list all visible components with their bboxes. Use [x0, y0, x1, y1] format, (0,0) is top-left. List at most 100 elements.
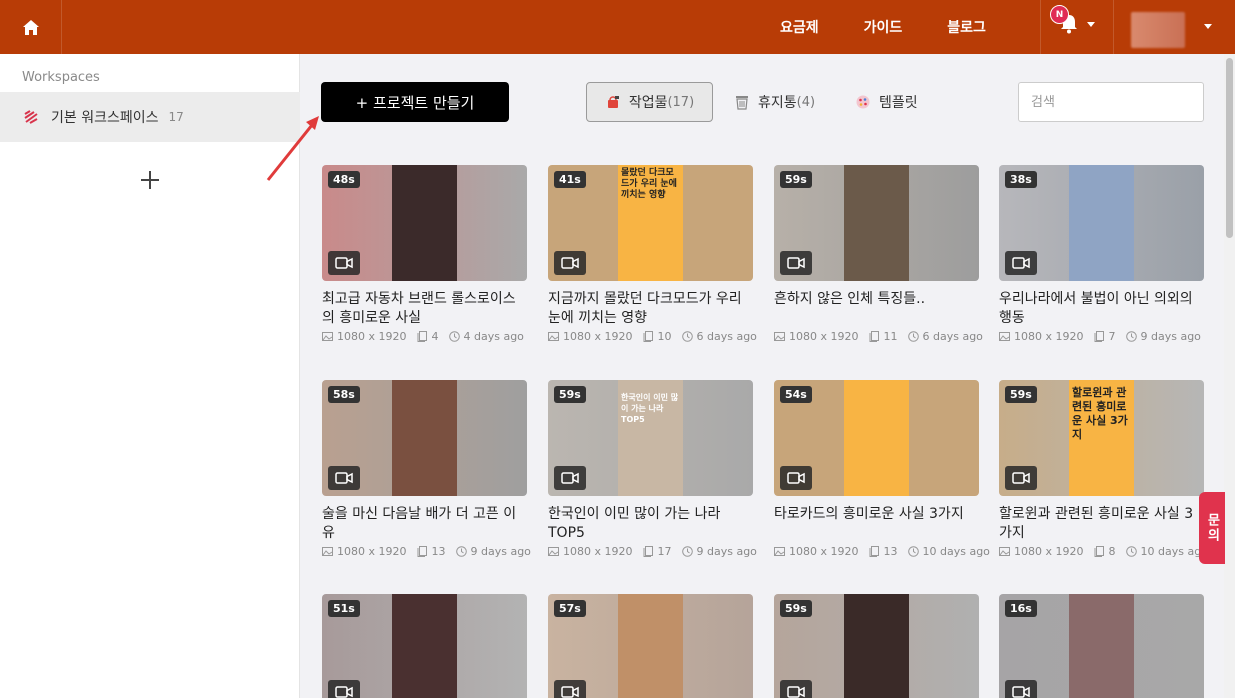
nav-pricing[interactable]: 요금제 — [780, 17, 819, 37]
duration-badge: 59s — [780, 171, 812, 188]
video-camera-icon — [554, 680, 586, 698]
project-thumbnail[interactable]: 16s — [999, 594, 1204, 698]
notification-button[interactable]: N — [1050, 5, 1095, 34]
time-meta: 9 days ago — [1125, 330, 1201, 343]
project-card[interactable]: 한국인이 이민 많이 가는 나라 TOP5 59s 한국인이 이민 많이 가는 … — [548, 380, 757, 558]
sidebar-item-default-workspace[interactable]: 기본 워크스페이스 17 — [0, 92, 300, 142]
inquiry-button[interactable]: 문의 — [1199, 492, 1225, 564]
home-button[interactable] — [0, 0, 62, 54]
pages-meta: 8 — [1094, 545, 1116, 558]
scrollbar[interactable] — [1224, 54, 1235, 698]
project-card[interactable]: 54s 타로카드의 흥미로운 사실 3가지 1080 x 1920 13 10 … — [774, 380, 990, 558]
avatar[interactable] — [1131, 12, 1185, 48]
project-thumbnail[interactable]: 48s — [322, 165, 527, 281]
thumbnail-frame — [844, 165, 909, 281]
video-camera-icon — [780, 251, 812, 275]
nav-blog[interactable]: 블로그 — [947, 17, 986, 37]
workspaces-heading: Workspaces — [22, 70, 100, 85]
resolution-text: 1080 x 1920 — [1014, 545, 1084, 558]
project-title[interactable]: 최고급 자동차 브랜드 롤스로이스의 흥미로운 사실 — [322, 290, 527, 328]
project-thumbnail[interactable]: 한국인이 이민 많이 가는 나라 TOP5 59s — [548, 380, 753, 496]
video-camera-icon — [780, 466, 812, 490]
project-thumbnail[interactable]: 59s — [774, 594, 979, 698]
filter-trash[interactable]: 휴지통 (4) — [734, 82, 815, 122]
project-card[interactable]: 할로윈과 관련된 흥미로운 사실 3가지 59s 할로윈과 관련된 흥미로운 사… — [999, 380, 1208, 558]
project-card[interactable]: 59s — [774, 594, 979, 698]
pages-icon — [417, 546, 427, 557]
clock-icon — [1125, 546, 1137, 557]
thumb-caption: 할로윈과 관련된 흥미로운 사실 3가지 — [1072, 386, 1128, 441]
sidebar: Workspaces 기본 워크스페이스 17 — [0, 54, 300, 698]
resolution-text: 1080 x 1920 — [337, 330, 407, 343]
thumbnail-frame: 한국인이 이민 많이 가는 나라 TOP5 — [618, 380, 683, 496]
resolution-meta: 1080 x 1920 — [774, 330, 859, 343]
project-title[interactable]: 우리나라에서 불법이 아닌 의외의 행동 — [999, 290, 1204, 328]
time-meta: 10 days ago — [907, 545, 990, 558]
clock-icon — [681, 331, 693, 342]
project-title[interactable]: 한국인이 이민 많이 가는 나라 TOP5 — [548, 505, 753, 543]
project-card[interactable]: 16s — [999, 594, 1204, 698]
project-card[interactable]: 59s 흔하지 않은 인체 특징들.. 1080 x 1920 11 6 day… — [774, 165, 983, 343]
annotation-arrow-icon — [266, 116, 319, 181]
project-title[interactable]: 술을 마신 다음날 배가 더 고픈 이유 — [322, 505, 527, 543]
time-meta: 6 days ago — [681, 330, 757, 343]
project-card[interactable]: 48s 최고급 자동차 브랜드 롤스로이스의 흥미로운 사실 1080 x 19… — [322, 165, 527, 343]
project-card[interactable]: 몰랐던 다크모드가 우리 눈에 끼치는 영향 41s 지금까지 몰랐던 다크모드… — [548, 165, 757, 343]
time-meta: 9 days ago — [455, 545, 531, 558]
search-input[interactable] — [1018, 82, 1204, 122]
add-workspace-icon[interactable] — [138, 168, 162, 192]
image-icon — [774, 332, 785, 341]
filter-works-count: (17) — [667, 94, 695, 110]
pages-text: 10 — [657, 330, 672, 343]
thumbnail-frame — [1069, 594, 1134, 698]
pages-text: 13 — [883, 545, 898, 558]
project-thumbnail[interactable]: 54s — [774, 380, 979, 496]
image-icon — [322, 547, 333, 556]
project-thumbnail[interactable]: 38s — [999, 165, 1204, 281]
project-thumbnail[interactable]: 할로윈과 관련된 흥미로운 사실 3가지 59s — [999, 380, 1204, 496]
resolution-meta: 1080 x 1920 — [548, 545, 633, 558]
resolution-meta: 1080 x 1920 — [999, 330, 1084, 343]
image-icon — [548, 332, 559, 341]
resolution-meta: 1080 x 1920 — [322, 330, 407, 343]
project-thumbnail[interactable]: 몰랐던 다크모드가 우리 눈에 끼치는 영향 41s — [548, 165, 753, 281]
nav-divider — [1040, 0, 1041, 54]
workspace-count: 17 — [168, 110, 184, 124]
thumb-caption: 몰랐던 다크모드가 우리 눈에 끼치는 영향 — [621, 168, 677, 200]
video-camera-icon — [328, 466, 360, 490]
scrollbar-thumb[interactable] — [1226, 58, 1233, 238]
project-thumbnail[interactable]: 58s — [322, 380, 527, 496]
filter-works-label: 작업물 — [628, 95, 668, 111]
nav-guide[interactable]: 가이드 — [864, 17, 903, 37]
image-icon — [999, 332, 1010, 341]
chevron-down-icon[interactable] — [1204, 24, 1212, 29]
clock-icon — [907, 546, 919, 557]
project-card[interactable]: 57s — [548, 594, 753, 698]
create-project-button[interactable]: + 프로젝트 만들기 — [321, 82, 509, 122]
video-camera-icon — [1005, 251, 1037, 275]
filter-templates[interactable]: 템플릿 — [855, 82, 918, 122]
video-camera-icon — [328, 251, 360, 275]
resolution-text: 1080 x 1920 — [789, 330, 859, 343]
project-title[interactable]: 할로윈과 관련된 흥미로운 사실 3가지 — [999, 505, 1204, 543]
home-icon — [22, 19, 39, 35]
project-thumbnail[interactable]: 51s — [322, 594, 527, 698]
project-thumbnail[interactable]: 59s — [774, 165, 979, 281]
project-card[interactable]: 38s 우리나라에서 불법이 아닌 의외의 행동 1080 x 1920 7 9… — [999, 165, 1204, 343]
project-title[interactable]: 흔하지 않은 인체 특징들.. — [774, 290, 979, 328]
resolution-text: 1080 x 1920 — [1014, 330, 1084, 343]
project-card[interactable]: 58s 술을 마신 다음날 배가 더 고픈 이유 1080 x 1920 13 … — [322, 380, 531, 558]
pages-meta: 13 — [417, 545, 446, 558]
project-meta: 1080 x 1920 13 10 days ago — [774, 545, 990, 558]
pages-meta: 10 — [643, 330, 672, 343]
project-meta: 1080 x 1920 4 4 days ago — [322, 330, 527, 343]
project-title[interactable]: 지금까지 몰랐던 다크모드가 우리 눈에 끼치는 영향 — [548, 290, 753, 328]
image-icon — [999, 547, 1010, 556]
project-card[interactable]: 51s — [322, 594, 527, 698]
project-title[interactable]: 타로카드의 흥미로운 사실 3가지 — [774, 505, 979, 543]
project-thumbnail[interactable]: 57s — [548, 594, 753, 698]
pages-text: 17 — [657, 545, 672, 558]
time-text: 10 days ago — [922, 545, 990, 558]
filter-works[interactable]: 작업물 (17) — [586, 82, 713, 122]
resolution-meta: 1080 x 1920 — [548, 330, 633, 343]
